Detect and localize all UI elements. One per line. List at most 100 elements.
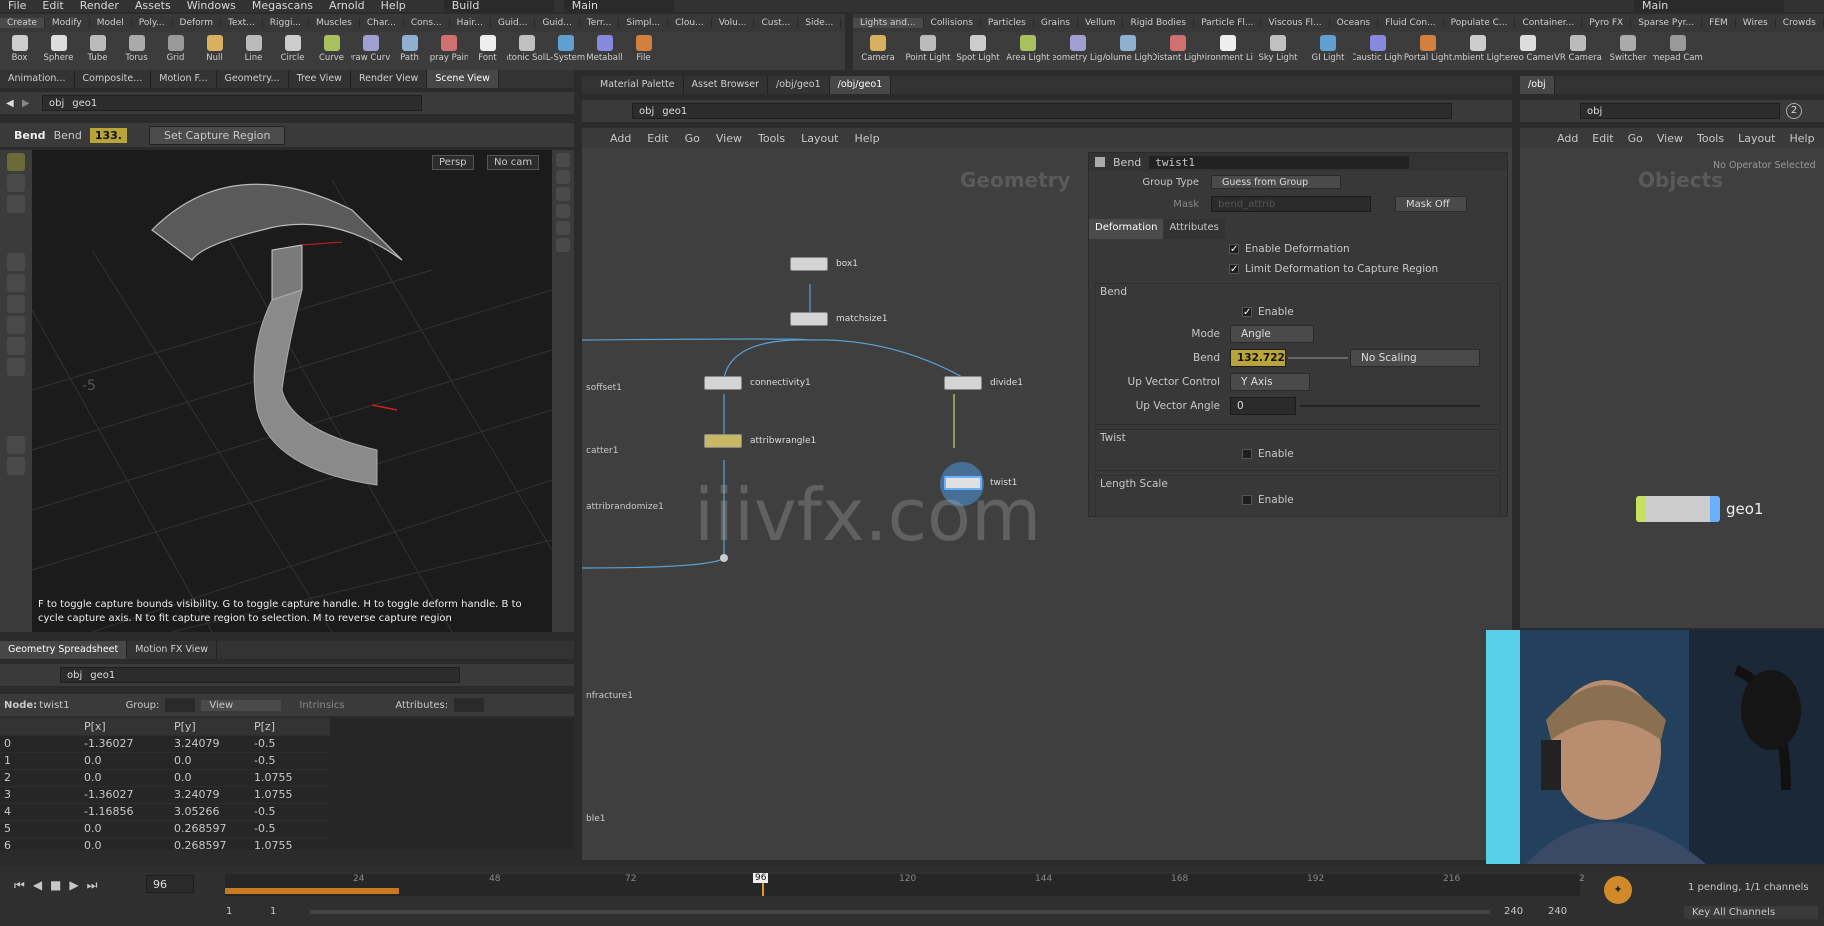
tool-3[interactable]: Torus [117,32,156,70]
main-desktop-right[interactable]: Main [1634,0,1784,12]
scale-icon[interactable] [7,337,25,355]
light-tool-4[interactable]: Geometry Light [1053,32,1103,70]
left-tab-6[interactable]: Scene View [427,70,499,88]
move-icon[interactable] [7,295,25,313]
shelf-tab-right-6[interactable]: Particle Fl... [1194,18,1262,28]
right-path-obj[interactable]: obj [1587,106,1602,117]
light-tool-6[interactable]: Distant Light [1153,32,1203,70]
view-menu[interactable]: View [201,699,282,711]
twist-enable-checkbox[interactable] [1242,449,1252,459]
tab-geometry-spreadsheet[interactable]: Geometry Spreadsheet [0,641,128,659]
shelf-tab-15[interactable]: Clou... [668,18,712,28]
first-frame-icon[interactable]: ⏮ [14,878,25,893]
rotate-icon[interactable] [7,316,25,334]
menu-assets[interactable]: Assets [127,0,179,12]
right-menu-5[interactable]: Layout [1731,132,1782,145]
shelf-tab-right-12[interactable]: Pyro FX [1582,18,1632,28]
light-tool-9[interactable]: GI Light [1303,32,1353,70]
set-capture-region-button[interactable]: Set Capture Region [148,125,286,145]
right-menu-6[interactable]: Help [1783,132,1822,145]
tool-9[interactable]: Draw Curve [351,32,390,70]
left-tab-5[interactable]: Render View [351,70,428,88]
tool-value[interactable]: 133. [89,127,127,143]
key-all-channels-dropdown[interactable]: Key All Channels [1684,906,1818,919]
shelf-tab-right-2[interactable]: Particles [981,18,1034,28]
main-desktop[interactable]: Main [563,0,674,12]
shading-icon[interactable] [556,238,570,252]
pose-tool-icon[interactable] [7,195,25,213]
shelf-tab-right-1[interactable]: Collisions [924,18,981,28]
left-tab-2[interactable]: Motion F... [151,70,217,88]
lock-icon[interactable] [7,274,25,292]
attributes-field[interactable] [454,698,485,712]
light-tool-16[interactable]: Gamepad Camera [1653,32,1703,70]
right-menu-2[interactable]: Go [1621,132,1650,145]
node-label-ble1[interactable]: ble1 [586,814,605,824]
magnet-icon-2[interactable] [7,457,25,475]
node-attribwrangle1[interactable]: attribwrangle1 [704,434,816,448]
network-menu-1[interactable]: Edit [639,132,676,145]
tool-5[interactable]: Null [195,32,234,70]
net-path-obj[interactable]: obj [639,106,654,117]
light-tool-15[interactable]: Switcher [1603,32,1653,70]
shelf-tab-3[interactable]: Poly... [132,18,173,28]
right-menu-4[interactable]: Tools [1690,132,1731,145]
light-tool-2[interactable]: Spot Light [953,32,1003,70]
tab-attributes[interactable]: Attributes [1163,219,1225,239]
network-path-field[interactable]: obj geo1 [632,103,1452,119]
stop-icon[interactable]: ■ [50,878,61,893]
tool-14[interactable]: L-System [546,32,585,70]
tab-asset-browser[interactable]: Asset Browser [684,76,768,94]
bend-value-field[interactable]: 132.722 [1230,349,1286,367]
right-menu-3[interactable]: View [1650,132,1690,145]
tool-2[interactable]: Tube [78,32,117,70]
network-canvas[interactable]: Geometry box1 matchsize1 connectivity1 d… [582,148,1512,860]
tool-0[interactable]: Box [0,32,39,70]
shelf-tab-4[interactable]: Deform [173,18,221,28]
shelf-tab-10[interactable]: Hair... [450,18,491,28]
mask-off-dropdown[interactable]: Mask Off [1395,196,1467,212]
node-geo1[interactable]: geo1 [1636,496,1763,522]
left-tab-1[interactable]: Composite... [75,70,152,88]
upvec-dropdown[interactable]: Y Axis [1230,373,1310,391]
node-label-nfracture1[interactable]: nfracture1 [586,691,633,701]
intrinsics-menu[interactable]: Intrinsics [299,700,389,711]
pane-number[interactable]: 2 [1786,103,1802,119]
lock-view-icon[interactable] [556,187,570,201]
range-end-2[interactable]: 240 [1548,906,1567,917]
last-frame-icon[interactable]: ⏭ [87,878,98,893]
shelf-tab-right-0[interactable]: Lights and... [853,18,924,28]
shelf-tab-right-16[interactable]: Crowds [1776,18,1824,28]
persp-menu[interactable]: Persp [432,155,474,170]
light-tool-8[interactable]: Sky Light [1253,32,1303,70]
tab-obj-geo1-active[interactable]: /obj/geo1 [829,76,892,94]
node-label-soffset1[interactable]: soffset1 [586,383,622,393]
shelf-tab-right-5[interactable]: Rigid Bodies [1123,18,1195,28]
limit-deformation-checkbox[interactable]: ✓ [1229,264,1239,275]
tool-6[interactable]: Line [234,32,273,70]
shelf-tab-right-14[interactable]: FEM [1702,18,1736,28]
key-icon[interactable]: ✦ [1604,876,1632,904]
shelf-tab-5[interactable]: Text... [221,18,263,28]
node-label-scatter1[interactable]: catter1 [586,446,618,456]
range-start[interactable]: 1 [226,906,232,917]
light-tool-13[interactable]: Stereo Camera [1503,32,1553,70]
node-matchsize1[interactable]: matchsize1 [790,312,888,326]
shelf-tab-8[interactable]: Char... [360,18,404,28]
camera-icon[interactable] [556,170,570,184]
ghost-icon[interactable] [556,204,570,218]
light-tool-7[interactable]: Environment Light [1203,32,1253,70]
snap-icon[interactable] [7,358,25,376]
network-menu-0[interactable]: Add [602,132,639,145]
tab-obj[interactable]: /obj [1520,76,1555,94]
shelf-tab-0[interactable]: Create [0,18,45,28]
path-obj[interactable]: obj [49,98,64,109]
menu-windows[interactable]: Windows [179,0,244,12]
node-box1[interactable]: box1 [790,257,858,271]
shelf-tab-right-3[interactable]: Grains [1034,18,1078,28]
node-divide1[interactable]: divide1 [944,376,1023,390]
shelf-tab-16[interactable]: Volu... [712,18,755,28]
select-tool-icon[interactable] [7,153,25,171]
tool-16[interactable]: File [624,32,663,70]
spreadsheet-path-field[interactable]: obj geo1 [60,667,460,683]
